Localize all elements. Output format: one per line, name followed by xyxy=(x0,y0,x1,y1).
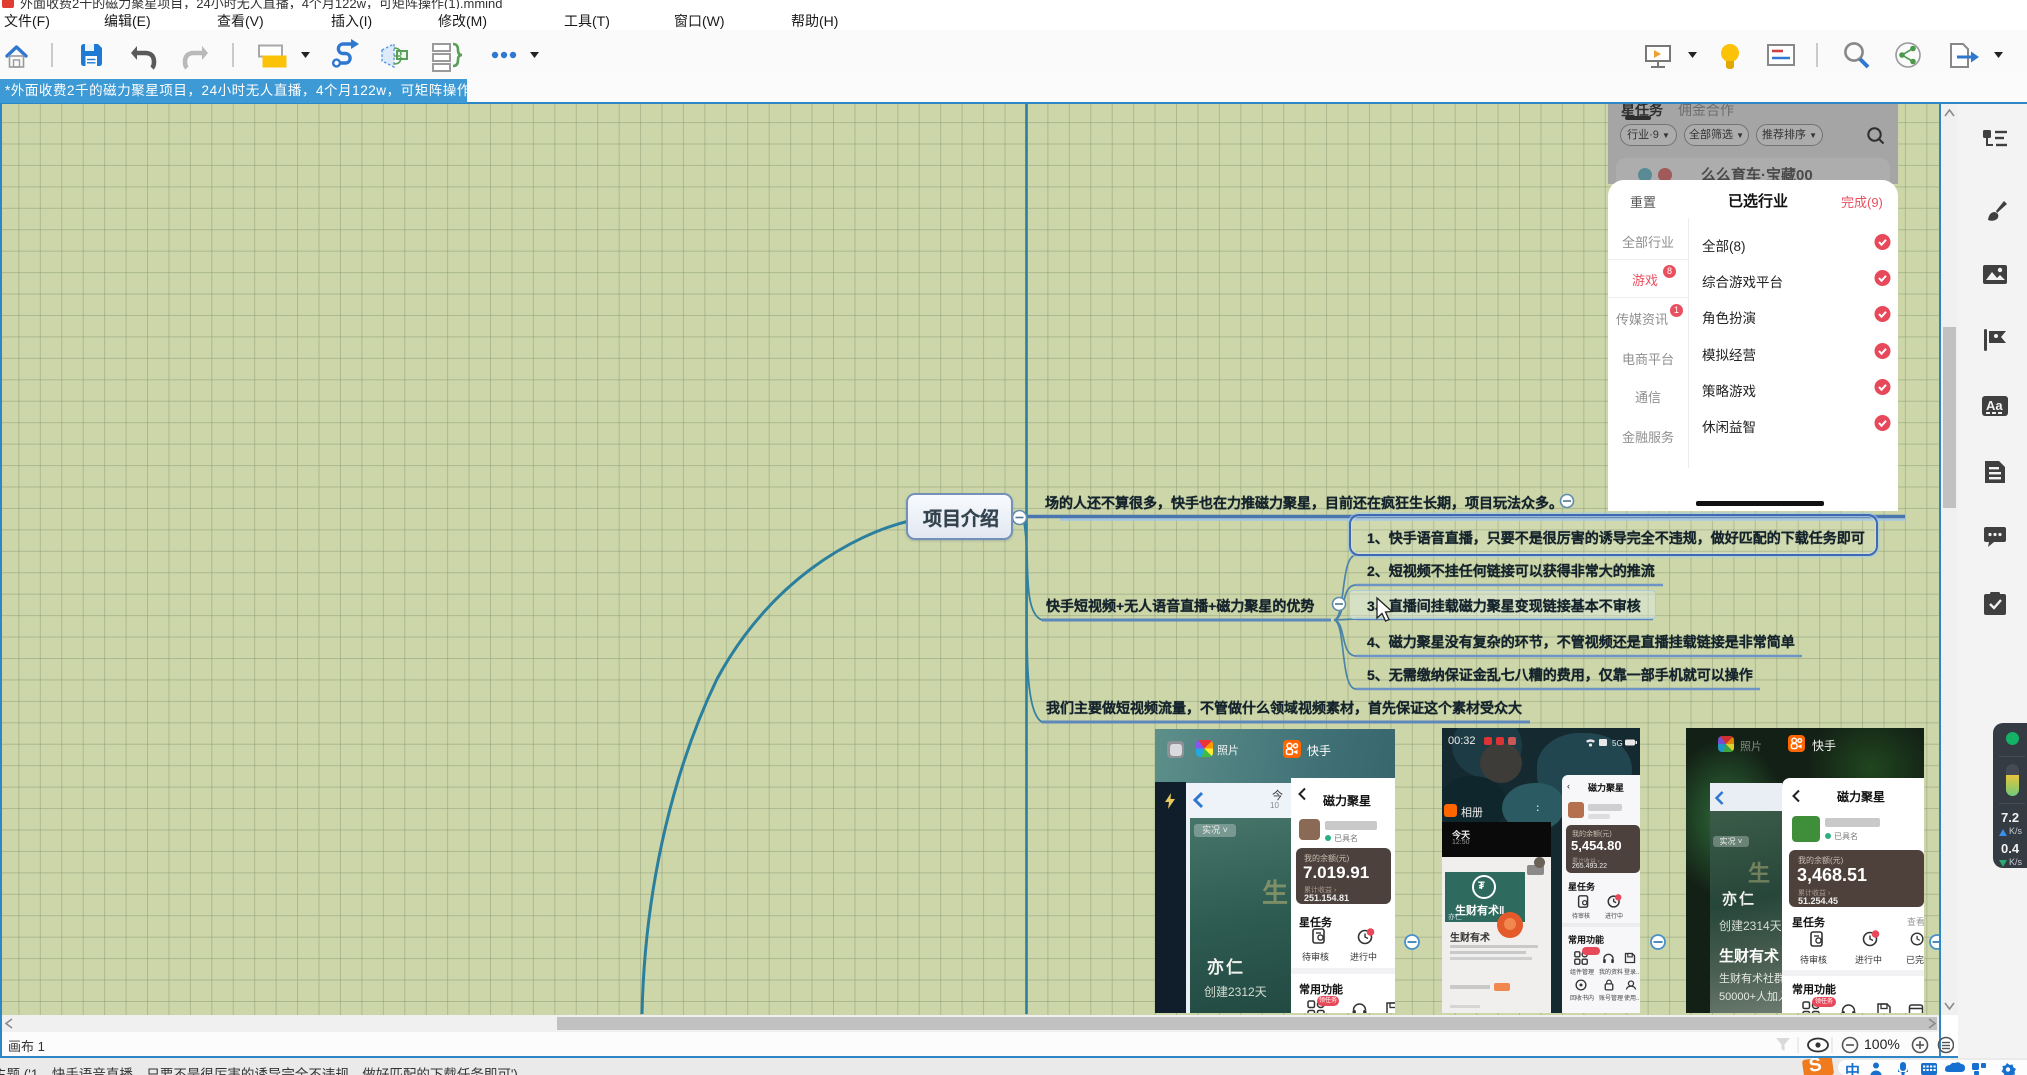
svg-text:5G: 5G xyxy=(1612,739,1623,747)
svg-text:Aa: Aa xyxy=(1986,398,2003,413)
